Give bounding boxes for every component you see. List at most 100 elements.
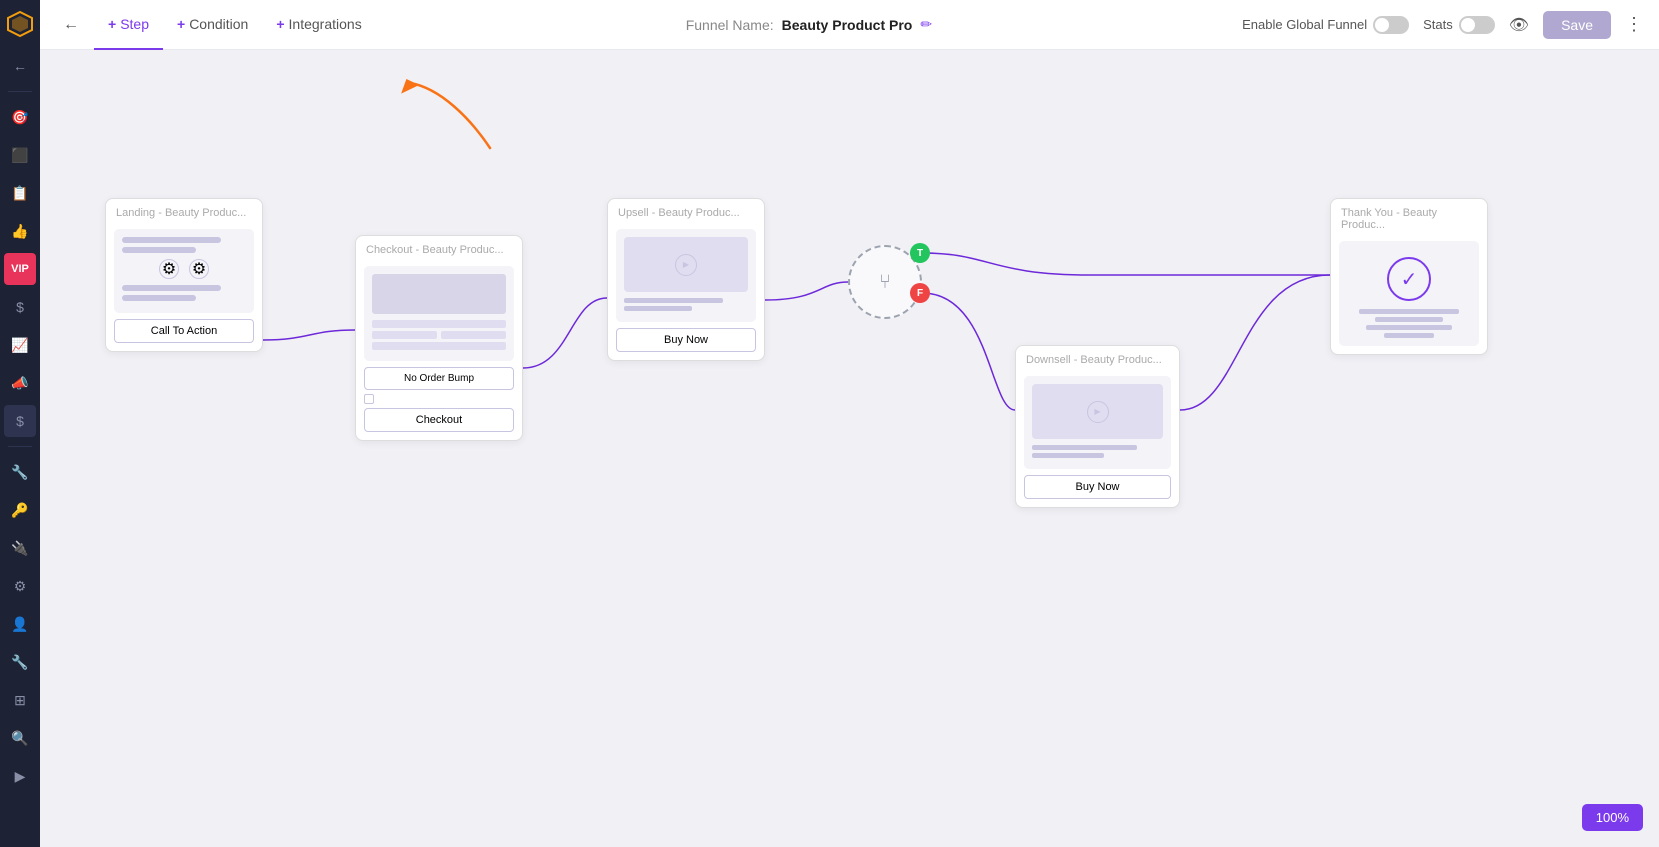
condition-false-badge: F [910,283,930,303]
up-bar-1 [624,298,723,303]
upsell-preview: ▶ [616,229,756,322]
global-funnel-label: Enable Global Funnel [1242,17,1367,32]
ty-bar-2 [1375,317,1443,322]
sidebar-chart-icon[interactable]: 📈 [4,329,36,361]
condition-split-icon: ⑂ [879,271,891,294]
upsell-subtitle: - Beauty Produc... [652,207,740,219]
topbar: ← + Step + Condition + Integrations Funn… [40,0,1659,50]
upsell-title: Upsell [618,207,649,219]
sidebar-analytics-icon[interactable]: ⬛ [4,139,36,171]
sidebar-grid-icon[interactable]: ⊞ [4,684,36,716]
lp-bar-2 [122,247,196,253]
cp-row-1 [372,331,506,339]
sidebar-search-icon[interactable]: 🔍 [4,722,36,754]
thankyou-check-icon: ✓ [1387,257,1431,301]
cp-field-4 [372,342,506,350]
lp-icon-1: ⚙ [159,259,179,279]
downsell-header: Downsell - Beauty Produc... [1016,346,1179,370]
downsell-preview: ▶ [1024,376,1171,469]
down-bar-2 [1032,453,1104,458]
thankyou-check: ✓ [1347,257,1471,301]
tab-step[interactable]: + Step [94,0,163,50]
funnel-name: Beauty Product Pro [782,17,913,33]
lp-bar-4 [122,295,196,301]
topbar-center: Funnel Name: Beauty Product Pro ✏ [376,16,1242,33]
stats-toggle[interactable] [1459,16,1495,34]
sidebar-back-icon[interactable]: ← [4,50,36,82]
downsell-cta-button[interactable]: Buy Now [1024,475,1171,499]
checkout-checkbox[interactable] [364,394,374,404]
thankyou-bars [1347,309,1471,338]
back-button[interactable]: ← [56,10,86,40]
sidebar-key-icon[interactable]: 🔑 [4,494,36,526]
ty-bar-4 [1384,333,1434,338]
cp-field-2 [372,331,437,339]
checkout-header: Checkout - Beauty Produc... [356,236,522,260]
downsell-body: ▶ Buy Now [1016,370,1179,507]
downsell-video: ▶ [1032,384,1163,439]
sidebar-vip-icon[interactable]: VIP [4,253,36,285]
node-downsell[interactable]: Downsell - Beauty Produc... ▶ Buy Now [1015,345,1180,508]
thankyou-title: Thank You [1341,207,1393,219]
tab-condition-label: Condition [189,16,248,32]
upsell-header: Upsell - Beauty Produc... [608,199,764,223]
global-funnel-toggle[interactable] [1373,16,1409,34]
node-upsell[interactable]: Upsell - Beauty Produc... ▶ Buy Now [607,198,765,361]
condition-plus-icon: + [177,16,185,32]
zoom-indicator[interactable]: 100% [1582,804,1643,831]
logo[interactable] [6,10,34,38]
integrations-plus-icon: + [276,16,284,32]
node-landing[interactable]: Landing - Beauty Produc... ⚙ ⚙ Call To A… [105,198,263,352]
lp-icons: ⚙ ⚙ [122,259,246,279]
arrow-annotation [390,78,550,158]
canvas: Landing - Beauty Produc... ⚙ ⚙ Call To A… [40,50,1659,847]
lp-bar-1 [122,237,221,243]
sidebar-dollar2-icon[interactable]: $ [4,405,36,437]
save-button[interactable]: Save [1543,11,1611,39]
node-checkout[interactable]: Checkout - Beauty Produc... No Order Bum… [355,235,523,441]
sidebar-plugin-icon[interactable]: 🔌 [4,532,36,564]
sidebar-dollar-icon[interactable]: $ [4,291,36,323]
preview-eye-icon[interactable]: 👁 [1509,15,1529,35]
checkout-checkbox-row [364,394,514,404]
landing-cta-button[interactable]: Call To Action [114,319,254,343]
tab-condition[interactable]: + Condition [163,0,262,50]
checkout-cta-button[interactable]: Checkout [364,408,514,432]
sidebar-user-icon[interactable]: 👤 [4,608,36,640]
lp-icon-2: ⚙ [189,259,209,279]
node-thankyou[interactable]: Thank You - Beauty Produc... ✓ [1330,198,1488,355]
landing-header: Landing - Beauty Produc... [106,199,262,223]
sidebar-wrench-icon[interactable]: 🔧 [4,456,36,488]
no-order-bump-button[interactable]: No Order Bump [364,367,514,390]
sidebar-clipboard-icon[interactable]: 📋 [4,177,36,209]
step-plus-icon: + [108,16,116,32]
ty-bar-1 [1359,309,1458,314]
sidebar-megaphone-icon[interactable]: 📣 [4,367,36,399]
sidebar-settings-icon[interactable]: ⚙ [4,570,36,602]
sidebar-target-icon[interactable]: 🎯 [4,101,36,133]
lp-bar-3 [122,285,221,291]
up-bar-2 [624,306,692,311]
tab-integrations[interactable]: + Integrations [262,0,375,50]
sidebar-thumb-icon[interactable]: 👍 [4,215,36,247]
landing-subtitle: - Beauty Produc... [158,207,246,219]
sidebar-play-icon[interactable]: ▶ [4,760,36,792]
stats-label: Stats [1423,17,1453,32]
sidebar-tool-icon[interactable]: 🔧 [4,646,36,678]
cp-image [372,274,506,314]
cp-field-1 [372,320,506,328]
condition-true-label: T [917,248,923,259]
down-bar-1 [1032,445,1137,450]
funnel-edit-icon[interactable]: ✏ [920,16,932,33]
downsell-title: Downsell [1026,354,1071,366]
downsell-subtitle: - Beauty Produc... [1074,354,1162,366]
sidebar-divider-2 [8,446,32,447]
checkout-title: Checkout [366,244,412,256]
thankyou-header: Thank You - Beauty Produc... [1331,199,1487,235]
global-funnel-toggle-group: Enable Global Funnel [1242,16,1409,34]
downsell-play-icon: ▶ [1087,401,1109,423]
sidebar: ← 🎯 ⬛ 📋 👍 VIP $ 📈 📣 $ 🔧 🔑 🔌 ⚙ 👤 🔧 ⊞ 🔍 ▶ [0,0,40,847]
more-options-icon[interactable]: ⋮ [1625,14,1643,35]
landing-preview: ⚙ ⚙ [114,229,254,313]
upsell-cta-button[interactable]: Buy Now [616,328,756,352]
